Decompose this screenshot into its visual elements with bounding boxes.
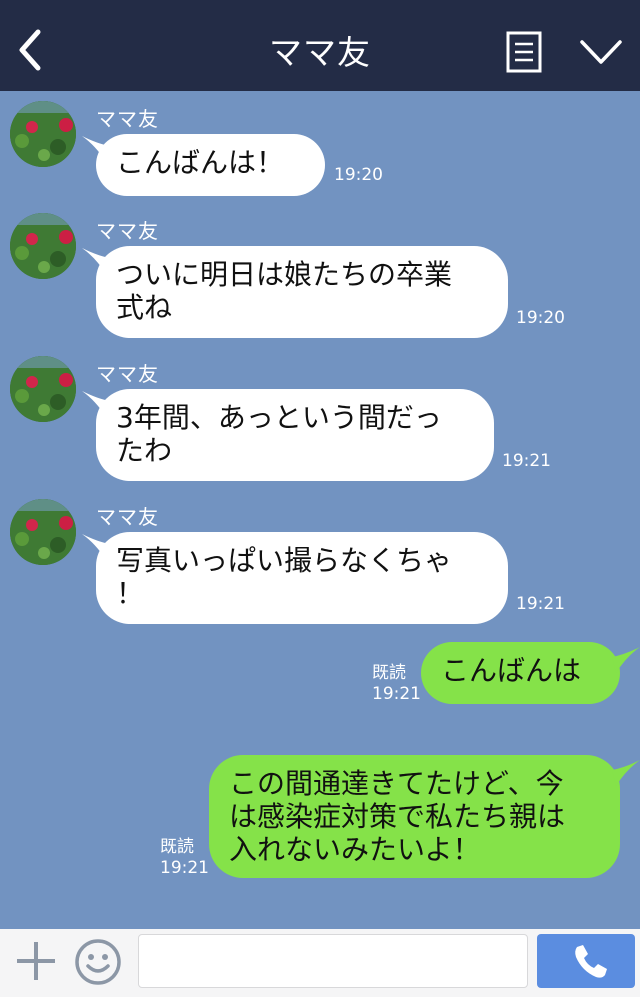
sender-name: ママ友 bbox=[96, 362, 159, 386]
flower-photo-icon bbox=[10, 499, 76, 565]
message-line: ！ bbox=[116, 577, 145, 610]
flower-photo-icon bbox=[10, 356, 76, 422]
outgoing-message[interactable]: この間通達きてたけど、今 は感染症対策で私たち親は 入れないみたいよ！ bbox=[209, 755, 620, 878]
notes-button[interactable] bbox=[506, 31, 542, 73]
read-label: 既読 bbox=[160, 837, 194, 857]
incoming-message[interactable]: こんばんは！ bbox=[96, 134, 325, 196]
sender-name: ママ友 bbox=[96, 219, 159, 243]
avatar[interactable] bbox=[10, 499, 76, 565]
bubble-tail bbox=[612, 760, 640, 786]
message-line: こんばんは bbox=[441, 654, 582, 687]
message-line: 式ね bbox=[116, 291, 173, 324]
message-line: は感染症対策で私たち親は bbox=[229, 800, 566, 833]
chat-title: ママ友 bbox=[269, 33, 371, 72]
avatar[interactable] bbox=[10, 101, 76, 167]
call-button[interactable] bbox=[537, 934, 635, 988]
plus-icon bbox=[17, 942, 55, 980]
bubble-tail bbox=[612, 647, 640, 673]
menu-dropdown-button[interactable] bbox=[578, 34, 624, 70]
chevron-down-icon bbox=[580, 40, 622, 64]
message-line: この間通達きてたけど、今 bbox=[229, 767, 564, 800]
message-time: 19:21 bbox=[516, 594, 565, 614]
message-line: 3年間、あっという間だっ bbox=[116, 401, 442, 434]
chat-area[interactable]: ママ友 こんばんは！ 19:20 ママ友 ついに明日は娘たちの卒業 式ね 19:… bbox=[0, 91, 640, 929]
message-time: 19:21 bbox=[160, 858, 209, 878]
notes-icon bbox=[506, 31, 542, 73]
message-time: 19:20 bbox=[516, 308, 565, 328]
sender-name: ママ友 bbox=[96, 505, 159, 529]
flower-photo-icon bbox=[10, 213, 76, 279]
incoming-message[interactable]: 写真いっぱい撮らなくちゃ ！ bbox=[96, 532, 508, 624]
chat-header: ママ友 bbox=[0, 0, 640, 91]
message-input[interactable] bbox=[138, 934, 528, 988]
message-time: 19:20 bbox=[334, 165, 383, 185]
avatar[interactable] bbox=[10, 213, 76, 279]
message-line: ついに明日は娘たちの卒業 bbox=[116, 258, 453, 291]
smiley-icon bbox=[75, 939, 121, 985]
sender-name: ママ友 bbox=[96, 107, 159, 131]
avatar[interactable] bbox=[10, 356, 76, 422]
message-line: こんばんは！ bbox=[116, 146, 285, 179]
incoming-message[interactable]: 3年間、あっという間だっ たわ bbox=[96, 389, 494, 481]
message-line: 入れないみたいよ！ bbox=[229, 833, 481, 866]
add-button[interactable] bbox=[14, 939, 58, 983]
read-label: 既読 bbox=[372, 663, 406, 683]
message-line: たわ bbox=[116, 434, 173, 467]
phone-icon bbox=[575, 945, 607, 978]
message-line: 写真いっぱい撮らなくちゃ bbox=[116, 544, 453, 577]
flower-photo-icon bbox=[10, 101, 76, 167]
message-time: 19:21 bbox=[502, 451, 551, 471]
input-bar bbox=[0, 929, 640, 997]
incoming-message[interactable]: ついに明日は娘たちの卒業 式ね bbox=[96, 246, 508, 338]
message-time: 19:21 bbox=[372, 684, 421, 704]
outgoing-message[interactable]: こんばんは bbox=[421, 642, 620, 704]
read-receipt: 既読 19:21 bbox=[160, 837, 209, 879]
read-receipt: 既読 19:21 bbox=[372, 663, 421, 705]
emoji-button[interactable] bbox=[74, 938, 122, 986]
